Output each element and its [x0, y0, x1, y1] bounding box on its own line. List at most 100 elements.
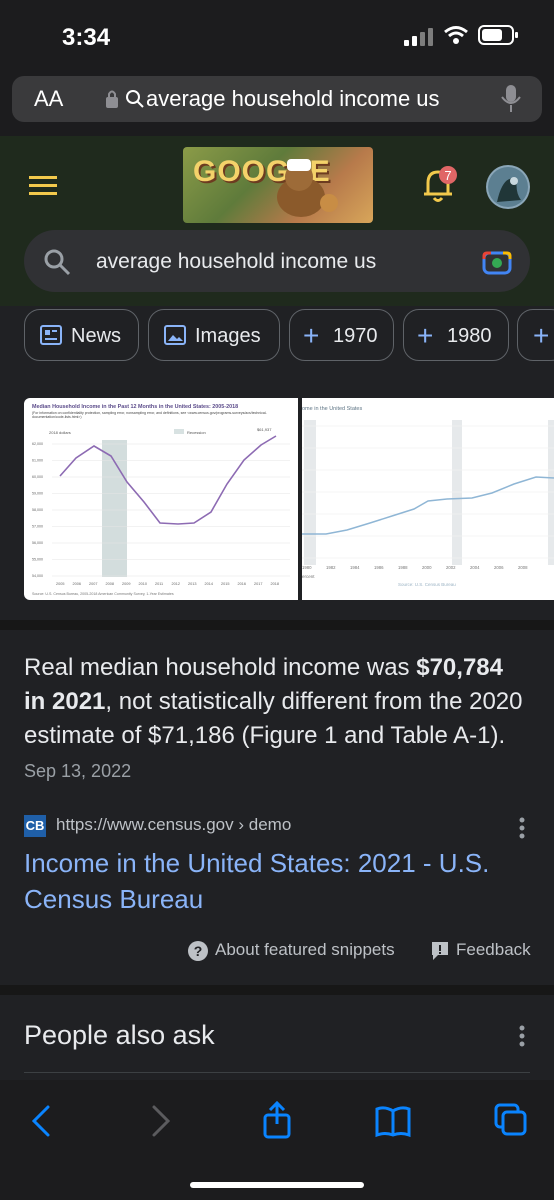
filter-news[interactable]: News — [24, 309, 139, 361]
search-input[interactable]: average household income us — [96, 250, 376, 274]
feedback-link[interactable]: Feedback — [456, 940, 531, 960]
chart2-x-tick-label: 1980 — [302, 565, 312, 570]
x-tick-label: 2012 — [172, 582, 180, 586]
chart2-x-ticks: 1980 1982 1984 1986 1988 2000 2002 2004 2006 2008 — [302, 565, 528, 570]
result-title-link[interactable]: Income in the United States: 2021 - U.S.… — [24, 845, 530, 917]
wifi-icon — [444, 26, 468, 44]
back-icon[interactable] — [28, 1103, 54, 1139]
more-options-icon[interactable] — [518, 816, 526, 840]
filter-1980[interactable]: + 1980 — [403, 309, 509, 361]
bookmarks-icon[interactable] — [374, 1104, 412, 1138]
y-tick-label: 62,000 — [32, 442, 43, 446]
x-tick-label: 2017 — [254, 582, 262, 586]
plus-icon: + — [533, 320, 550, 351]
people-also-ask-title: People also ask — [24, 1020, 215, 1050]
about-featured-snippets-link[interactable]: About featured snippets — [215, 940, 395, 960]
x-tick-label: 2011 — [155, 582, 163, 586]
chart2-x-tick-label: 2006 — [494, 565, 504, 570]
help-icon: ? — [188, 941, 208, 961]
filter-news-label: News — [71, 325, 122, 347]
recession-band-1 — [304, 420, 316, 565]
recession-band-3 — [548, 420, 554, 565]
google-doodle[interactable]: GOOGLE — [183, 147, 373, 223]
x-tick-label: 2016 — [238, 582, 246, 586]
y-tick-label: 57,000 — [32, 525, 43, 529]
snippet-date: Sep 13, 2022 — [24, 761, 132, 781]
x-tick-label: 2014 — [205, 582, 213, 586]
plus-icon: + — [417, 320, 434, 351]
home-indicator — [190, 1182, 364, 1188]
y-tick-label: 55,000 — [32, 558, 43, 562]
census-favicon: CB — [24, 815, 46, 837]
section-divider — [0, 620, 554, 630]
median-income-chart: Median Household Income in the Past 12 M… — [32, 404, 290, 596]
filter-images-label: Images — [195, 325, 261, 347]
notification-count: 7 — [444, 168, 451, 183]
result-url[interactable]: https://www.census.gov › demo — [56, 815, 291, 835]
chart2-x-tick-label: 2000 — [422, 565, 432, 570]
chart2-ylabel: ercent — [302, 574, 315, 579]
notifications-bell-icon[interactable]: 7 — [420, 166, 460, 204]
chart1-peak-label: $61,937 — [257, 427, 272, 432]
snippet-text-before: Real median household income was — [24, 654, 417, 681]
y-tick-label: 60,000 — [32, 475, 43, 479]
recession-legend-swatch — [174, 429, 184, 434]
chart1-source: Source: U.S. Census Bureau, 2005-2018 Am… — [32, 592, 174, 596]
safari-bottom-toolbar — [0, 1080, 554, 1200]
tabs-icon[interactable] — [493, 1102, 529, 1138]
x-tick-labels: 2005 2006 2007 2008 2009 2010 2011 2012 2013 2014… — [56, 582, 279, 586]
x-tick-label: 2007 — [89, 582, 97, 586]
news-icon — [40, 325, 62, 345]
grid-lines — [52, 443, 290, 577]
status-bar: 3:34 — [0, 0, 554, 70]
people-also-ask-more-icon[interactable] — [518, 1024, 526, 1048]
text-size-button[interactable]: AA — [34, 86, 63, 112]
filter-more[interactable]: + — [517, 309, 554, 361]
battery-icon — [478, 25, 518, 45]
chart2-x-tick-label: 1984 — [350, 565, 360, 570]
x-tick-label: 2005 — [56, 582, 64, 586]
x-tick-label: 2018 — [271, 582, 279, 586]
account-avatar[interactable] — [485, 164, 531, 210]
section-divider — [0, 985, 554, 995]
x-tick-label: 2009 — [122, 582, 130, 586]
filter-images[interactable]: Images — [148, 309, 280, 361]
y-tick-label: 56,000 — [32, 541, 43, 545]
y-tick-label: 58,000 — [32, 508, 43, 512]
filter-1970[interactable]: + 1970 — [289, 309, 394, 361]
chart2-x-tick-label: 1982 — [326, 565, 336, 570]
forward-icon[interactable] — [148, 1103, 174, 1139]
x-tick-label: 2006 — [73, 582, 81, 586]
image-result-1[interactable]: Median Household Income in the Past 12 M… — [24, 398, 298, 600]
doodle-character — [277, 159, 338, 217]
share-icon[interactable] — [259, 1100, 295, 1140]
y-tick-label: 61,000 — [32, 459, 43, 463]
x-tick-label: 2013 — [188, 582, 196, 586]
y-tick-labels: 62,000 61,000 60,000 59,000 58,000 57,000 56,0… — [32, 442, 43, 578]
images-icon — [164, 325, 186, 345]
chart2-x-tick-label: 2002 — [446, 565, 456, 570]
svg-text:?: ? — [194, 943, 203, 959]
y-tick-label: 59,000 — [32, 492, 43, 496]
filter-1980-label: 1980 — [447, 325, 492, 347]
x-tick-label: 2008 — [106, 582, 114, 586]
microphone-icon[interactable] — [500, 84, 522, 114]
x-tick-label: 2010 — [139, 582, 147, 586]
chart1-title: Median Household Income in the Past 12 M… — [32, 404, 238, 410]
chart2-source: Source: U.S. Census Bureau — [398, 582, 456, 587]
address-search-icon — [126, 90, 144, 108]
search-icon[interactable] — [43, 248, 71, 276]
image-result-2[interactable]: ome in the United States 1980 1982 1984 198… — [302, 398, 554, 600]
status-time: 3:34 — [62, 24, 111, 51]
camera-icon[interactable] — [481, 247, 513, 277]
address-url-text[interactable]: average household income us — [146, 86, 440, 112]
chart1-legend: 2018 dollars — [49, 430, 71, 435]
menu-icon[interactable] — [29, 174, 57, 196]
chart1-recession-label: Recession — [187, 430, 206, 435]
chart2-x-tick-label: 2004 — [470, 565, 480, 570]
feedback-icon — [432, 942, 448, 960]
plus-icon: + — [303, 320, 320, 351]
income-trend-chart: ome in the United States 1980 1982 1984 198… — [302, 406, 554, 587]
x-tick-label: 2015 — [221, 582, 229, 586]
recession-band-2 — [452, 420, 462, 565]
